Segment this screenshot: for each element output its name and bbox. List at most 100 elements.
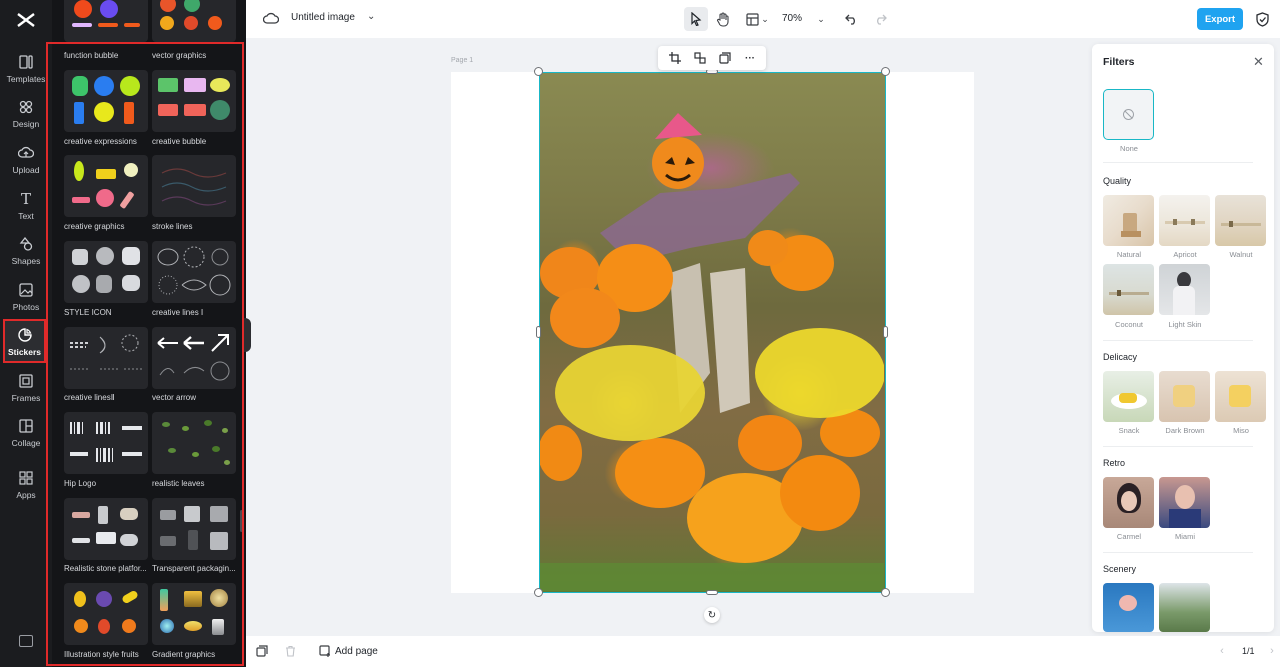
filter-thumb-snack[interactable] [1103, 371, 1154, 422]
export-button[interactable]: Export [1197, 8, 1243, 30]
sticker-category-label: creative graphics [64, 222, 125, 231]
sticker-tile-realistic-leaves[interactable] [152, 412, 236, 474]
sticker-category-label: Illustration style fruits [64, 650, 139, 659]
rail-item-templates[interactable]: Templates [0, 46, 52, 90]
rail-item-design[interactable]: Design [0, 91, 52, 135]
sticker-tile-style-icon[interactable] [64, 241, 148, 303]
resize-handle-e[interactable] [883, 326, 888, 338]
canvas-image-pumpkin-scarecrow[interactable] [539, 72, 886, 593]
duplicate-icon[interactable] [718, 51, 732, 65]
filter-thumb-miami[interactable] [1159, 477, 1210, 528]
rail-label: Apps [16, 489, 36, 500]
filter-thumb-scenery-2[interactable] [1159, 583, 1210, 632]
sticker-tile-vector-arrow[interactable] [152, 327, 236, 389]
filter-thumb-natural[interactable] [1103, 195, 1154, 246]
top-toolbar: Untitled image ⌄ ⌄ 70% ⌄ Export [246, 0, 1280, 38]
filter-thumb-walnut[interactable] [1215, 195, 1266, 246]
cloud-sync-icon[interactable] [263, 11, 279, 27]
filter-thumb-scenery-1[interactable] [1103, 583, 1154, 632]
chevron-down-icon[interactable]: ⌄ [816, 12, 826, 26]
apps-icon [17, 469, 35, 487]
sticker-tile-hip-logo[interactable] [64, 412, 148, 474]
filter-thumb-coconut[interactable] [1103, 264, 1154, 315]
filter-thumb-dark-brown[interactable] [1159, 371, 1210, 422]
chevron-right-icon[interactable]: › [1266, 645, 1278, 657]
add-page-button[interactable]: Add page [335, 646, 378, 657]
sticker-tile-transparent-packaging[interactable] [152, 498, 236, 560]
chevron-down-icon[interactable]: ⌄ [367, 11, 375, 22]
rail-label: Frames [11, 392, 41, 403]
hand-icon[interactable] [716, 11, 730, 27]
stickers-panel: function bubble vector graphics creative… [52, 0, 246, 667]
chevron-down-icon[interactable]: ⌄ [760, 12, 770, 26]
panel-collapse-handle[interactable] [243, 318, 251, 352]
sticker-tile-stroke-lines[interactable] [152, 155, 236, 217]
page-label: Page 1 [451, 57, 474, 64]
duplicate-page-icon[interactable] [256, 645, 268, 657]
sticker-tile-creative-lines-1[interactable] [152, 241, 236, 303]
rail-item-collage[interactable]: Collage [0, 410, 52, 454]
resize-handle-w[interactable] [536, 326, 541, 338]
trash-icon[interactable] [284, 645, 296, 657]
filter-label: Light Skin [1168, 320, 1202, 329]
sticker-tile-fruits[interactable] [64, 583, 148, 645]
rail-item-frames[interactable]: Frames [0, 365, 52, 409]
sticker-tile-stone-platform[interactable] [64, 498, 148, 560]
stickers-icon [16, 326, 34, 344]
more-options-icon[interactable]: ··· [743, 51, 757, 65]
resize-handle-se[interactable] [881, 588, 890, 597]
rail-item-stickers[interactable]: Stickers [3, 319, 46, 363]
sticker-tile-partial[interactable] [64, 0, 148, 42]
image-floating-toolbar: ··· [658, 46, 766, 70]
replace-icon[interactable] [693, 51, 707, 65]
resize-handle-nw[interactable] [534, 67, 543, 76]
close-icon[interactable]: ✕ [1253, 54, 1264, 70]
zoom-level[interactable]: 70% [782, 13, 802, 24]
resize-handle-sw[interactable] [534, 588, 543, 597]
sticker-tile-creative-bubble[interactable] [152, 70, 236, 132]
keyboard-icon[interactable] [19, 635, 33, 647]
panel-scrollbar[interactable] [240, 510, 243, 532]
redo-icon[interactable] [873, 12, 887, 26]
sticker-tile-creative-graphics[interactable] [64, 155, 148, 217]
sticker-tile-creative-lines-2[interactable] [64, 327, 148, 389]
rail-item-shapes[interactable]: Shapes [0, 228, 52, 272]
templates-icon [17, 53, 35, 71]
chevron-left-icon[interactable]: ‹ [1216, 645, 1228, 657]
filter-thumb-carmel[interactable] [1103, 477, 1154, 528]
add-page-icon[interactable] [319, 645, 331, 657]
rail-item-upload[interactable]: Upload [0, 137, 52, 181]
rotate-icon[interactable]: ↻ [704, 607, 720, 623]
sticker-tile-gradient-graphics[interactable] [152, 583, 236, 645]
shield-icon[interactable] [1254, 11, 1270, 27]
crop-icon[interactable] [668, 51, 682, 65]
filter-thumb-light-skin[interactable] [1159, 264, 1210, 315]
document-title[interactable]: Untitled image [291, 12, 355, 23]
sticker-category-label: creative bubble [152, 137, 207, 146]
sticker-category-label: stroke lines [152, 222, 193, 231]
sticker-category-label: creative expressions [64, 137, 137, 146]
left-rail: Templates Design Upload T Text Shapes Ph… [0, 0, 52, 667]
filter-none[interactable] [1103, 89, 1154, 140]
capcut-logo-icon[interactable] [14, 8, 38, 32]
sticker-tile-creative-expressions[interactable] [64, 70, 148, 132]
resize-handle-ne[interactable] [881, 67, 890, 76]
filter-thumb-apricot[interactable] [1159, 195, 1210, 246]
rail-label: Photos [12, 301, 40, 312]
layout-icon[interactable] [745, 12, 759, 26]
rail-item-text[interactable]: T Text [0, 183, 52, 227]
filter-thumb-miso[interactable] [1215, 371, 1266, 422]
sticker-tile-partial[interactable] [152, 0, 236, 42]
pointer-icon[interactable] [689, 11, 703, 27]
resize-handle-s[interactable] [706, 590, 718, 595]
rail-item-apps[interactable]: Apps [0, 462, 52, 506]
undo-icon[interactable] [844, 12, 858, 26]
rail-item-photos[interactable]: Photos [0, 274, 52, 318]
upload-icon [17, 144, 35, 162]
bottom-toolbar: Add page ‹ 1/1 › [246, 636, 1280, 667]
sticker-category-label: Transparent packagin... [152, 564, 236, 573]
rail-label: Stickers [7, 346, 42, 357]
sticker-category-label: realistic leaves [152, 479, 205, 488]
ban-icon [1123, 109, 1134, 120]
sticker-category-label: function bubble [64, 51, 119, 60]
